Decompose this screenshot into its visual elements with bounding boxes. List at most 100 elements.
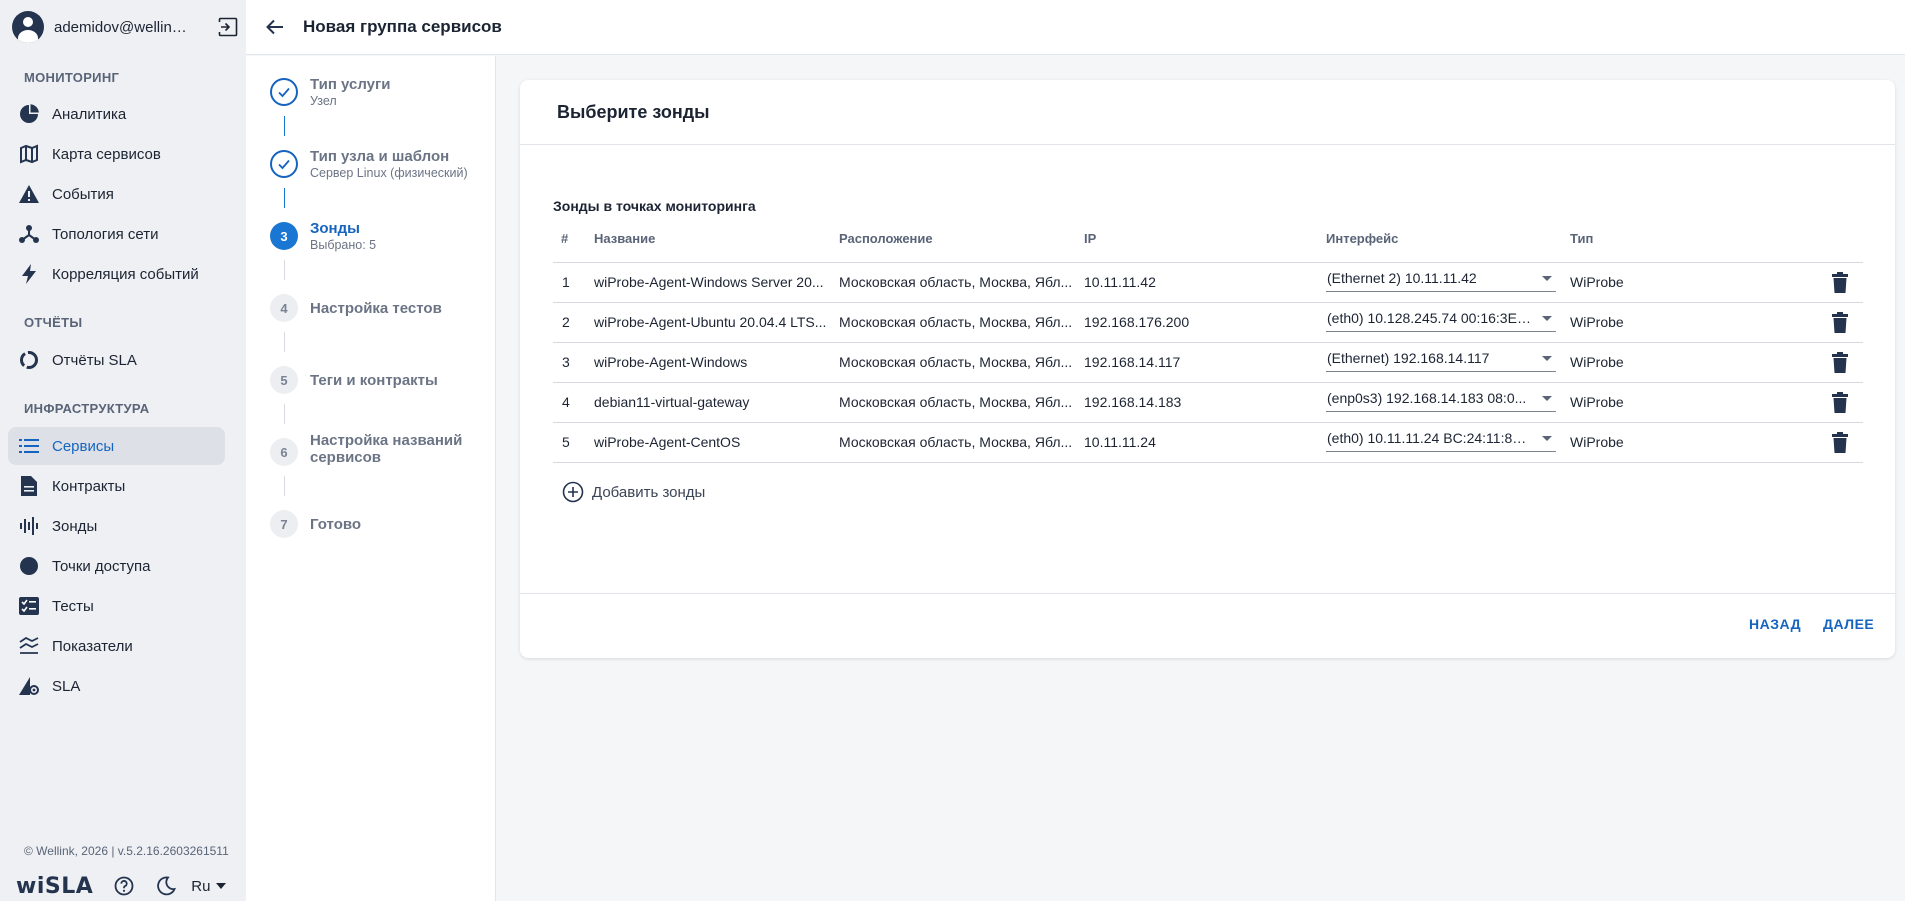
- next-button[interactable]: ДАЛЕЕ: [1823, 616, 1874, 632]
- checklist-icon: [18, 595, 40, 617]
- waveform-icon: [18, 515, 40, 537]
- delete-icon[interactable]: [1830, 392, 1850, 414]
- back-button[interactable]: НАЗАД: [1749, 616, 1801, 632]
- cell-number: 3: [562, 354, 570, 370]
- delete-icon[interactable]: [1830, 312, 1850, 334]
- sidebar-footer: wiSLA Ru: [16, 872, 236, 900]
- cell-location: Московская область, Москва, Ябл...: [839, 274, 1073, 290]
- cell-ip: 192.168.14.183: [1084, 394, 1182, 410]
- step-title: Теги и контракты: [310, 372, 438, 389]
- sidebar-item-label: Зонды: [52, 517, 98, 535]
- add-circle-icon: [562, 481, 584, 503]
- step-title: Готово: [310, 516, 362, 533]
- step-title: Зонды: [310, 220, 360, 237]
- page-title: Новая группа сервисов: [303, 17, 502, 36]
- sidebar-item-analytics[interactable]: Аналитика: [8, 95, 225, 133]
- interface-value: (enp0s3) 192.168.14.183 08:0...: [1327, 390, 1527, 406]
- stepper: Тип услуги Узел Тип узла и шаблон Сервер…: [246, 56, 496, 901]
- delete-icon[interactable]: [1830, 352, 1850, 374]
- sidebar-item-probes[interactable]: Зонды: [8, 507, 225, 545]
- sidebar-item-services[interactable]: Сервисы: [8, 427, 225, 465]
- avatar[interactable]: [12, 11, 44, 43]
- bolt-icon: [18, 263, 40, 285]
- cell-name: wiProbe-Agent-Windows: [594, 354, 748, 370]
- interface-select[interactable]: (enp0s3) 192.168.14.183 08:0...: [1326, 388, 1556, 412]
- user-name: ademidov@wellink.ru: [54, 18, 194, 36]
- cell-location: Московская область, Москва, Ябл...: [839, 434, 1073, 450]
- delete-icon[interactable]: [1830, 432, 1850, 454]
- table-row: 4 debian11-virtual-gateway Московская об…: [553, 383, 1863, 423]
- language-label: Ru: [191, 877, 211, 895]
- metrics-icon: [18, 635, 40, 657]
- interface-select[interactable]: (eth0) 10.11.11.24 BC:24:11:80:...: [1326, 428, 1556, 452]
- cell-type: WiProbe: [1570, 314, 1624, 330]
- sidebar-item-network-topology[interactable]: Топология сети: [8, 215, 225, 253]
- topology-icon: [18, 223, 40, 245]
- sidebar-item-contracts[interactable]: Контракты: [8, 467, 225, 505]
- language-selector[interactable]: Ru: [191, 877, 227, 895]
- sidebar-item-events[interactable]: События: [8, 175, 225, 213]
- sidebar-item-sla-reports[interactable]: Отчёты SLA: [8, 341, 225, 379]
- cell-ip: 192.168.14.117: [1084, 354, 1181, 370]
- step-title: Настройка названий сервисов: [310, 432, 463, 466]
- logout-icon[interactable]: [218, 17, 238, 37]
- card-title: Выберите зонды: [557, 102, 710, 122]
- sidebar-item-access-points[interactable]: Точки доступа: [8, 547, 225, 585]
- step-number: 6: [270, 438, 298, 466]
- sidebar-item-metrics[interactable]: Показатели: [8, 627, 225, 665]
- cell-ip: 10.11.11.42: [1084, 274, 1156, 290]
- column-header-number: #: [561, 231, 569, 246]
- column-header-location[interactable]: Расположение: [839, 231, 933, 246]
- sidebar-item-label: Точки доступа: [52, 557, 151, 575]
- sidebar-item-label: Контракты: [52, 477, 126, 495]
- interface-select[interactable]: (Ethernet) 192.168.14.117: [1326, 348, 1556, 372]
- cell-ip: 192.168.176.200: [1084, 314, 1190, 330]
- cell-name: wiProbe-Agent-Ubuntu 20.04.4 LTS...: [594, 314, 827, 330]
- interface-select[interactable]: (eth0) 10.128.245.74 00:16:3E:...: [1326, 308, 1556, 332]
- cell-location: Московская область, Москва, Ябл...: [839, 354, 1073, 370]
- table-row: 3 wiProbe-Agent-Windows Московская облас…: [553, 343, 1863, 383]
- interface-value: (eth0) 10.11.11.24 BC:24:11:80:...: [1327, 430, 1532, 446]
- back-arrow-icon[interactable]: [264, 16, 286, 38]
- cell-name: wiProbe-Agent-Windows Server 20...: [594, 274, 824, 290]
- column-header-type[interactable]: Тип: [1570, 231, 1593, 246]
- column-header-ip[interactable]: IP: [1084, 231, 1096, 246]
- table-row: 5 wiProbe-Agent-CentOS Московская област…: [553, 423, 1863, 463]
- step-connector: [284, 260, 285, 280]
- interface-value: (eth0) 10.128.245.74 00:16:3E:...: [1327, 310, 1532, 326]
- help-icon[interactable]: [113, 875, 135, 897]
- sidebar: ademidov@wellink.ru МОНИТОРИНГ Аналитика…: [0, 0, 246, 901]
- sidebar-item-event-correlation[interactable]: Корреляция событий: [8, 255, 225, 293]
- step-connector: [284, 476, 285, 496]
- step-title: Настройка тестов: [310, 300, 442, 317]
- map-icon: [18, 143, 40, 165]
- step-check-icon: [270, 78, 298, 106]
- add-probes-button[interactable]: Добавить зонды: [562, 480, 705, 504]
- interface-value: (Ethernet) 192.168.14.117: [1327, 350, 1490, 366]
- step-connector: [284, 116, 285, 136]
- sidebar-item-label: Аналитика: [52, 105, 127, 123]
- sidebar-item-tests[interactable]: Тесты: [8, 587, 225, 625]
- divider: [520, 144, 1895, 145]
- column-header-interface[interactable]: Интерфейс: [1326, 231, 1398, 246]
- column-header-name[interactable]: Название: [594, 231, 655, 246]
- step-check-icon: [270, 150, 298, 178]
- chevron-down-icon: [1542, 356, 1552, 361]
- step-subtitle: Выбрано: 5: [310, 238, 377, 252]
- moon-icon[interactable]: [155, 875, 177, 897]
- section-title-reports: ОТЧЁТЫ: [24, 315, 83, 330]
- interface-select[interactable]: (Ethernet 2) 10.11.11.42: [1326, 268, 1556, 292]
- table-row: 2 wiProbe-Agent-Ubuntu 20.04.4 LTS... Мо…: [553, 303, 1863, 343]
- cell-type: WiProbe: [1570, 434, 1624, 450]
- sidebar-item-label: Тесты: [52, 597, 94, 615]
- cell-name: debian11-virtual-gateway: [594, 394, 750, 410]
- sidebar-item-label: События: [52, 185, 114, 203]
- sidebar-item-service-map[interactable]: Карта сервисов: [8, 135, 225, 173]
- cell-location: Московская область, Москва, Ябл...: [839, 394, 1073, 410]
- sidebar-item-sla[interactable]: SLA: [8, 667, 225, 705]
- delete-icon[interactable]: [1830, 272, 1850, 294]
- step-subtitle: Сервер Linux (физический): [310, 166, 468, 180]
- sidebar-item-label: SLA: [52, 677, 81, 695]
- table-header: # Название Расположение IP Интерфейс Тип: [553, 231, 1863, 263]
- step-connector: [284, 332, 285, 352]
